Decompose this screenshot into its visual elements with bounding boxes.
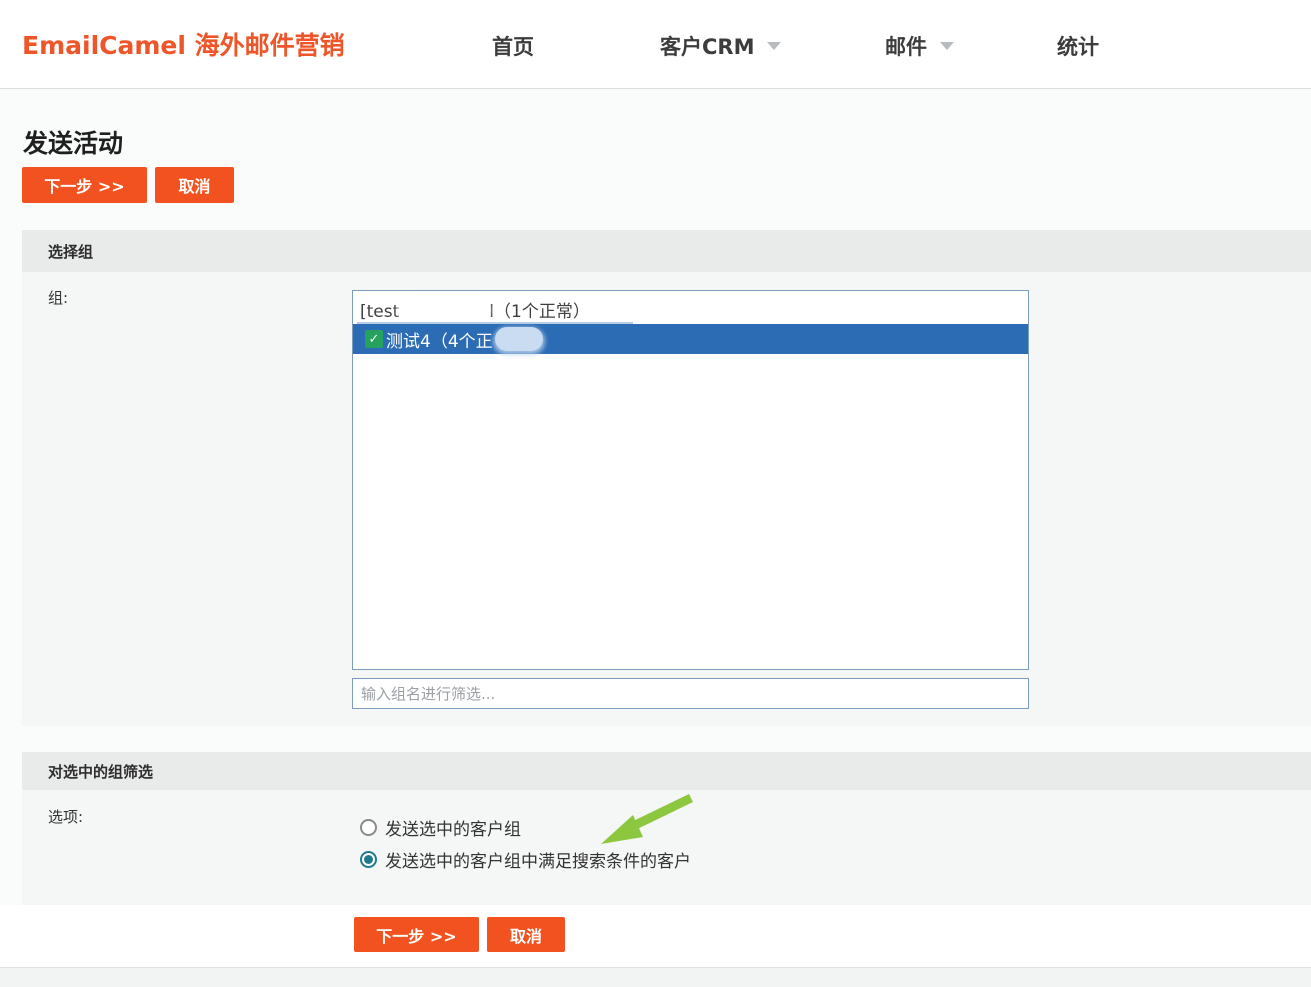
group-item-text-suffix: l（1个正常） [489,302,590,322]
group-item-text: 测试4（4个正 [386,327,493,352]
radio-checked-icon[interactable] [360,851,377,868]
select-group-section-title: 选择组 [48,241,93,262]
group-filter-input[interactable] [352,678,1029,709]
nav-mail-label: 邮件 [885,31,927,61]
chevron-down-icon [767,42,781,50]
group-list-item[interactable]: [test l（1个正常） [353,291,1028,324]
group-list-item-selected[interactable]: ✓ 测试4（4个正 [353,324,1028,354]
check-icon: ✓ [365,330,383,348]
option-field-label: 选项: [48,806,83,827]
cancel-button-top[interactable]: 取消 [155,167,234,203]
nav-item-mail[interactable]: 邮件 [885,31,954,61]
next-step-button-bottom[interactable]: 下一步 >> [354,917,479,952]
nav-home-label: 首页 [492,31,534,61]
annotation-arrow [585,792,697,860]
redaction-blur [401,300,487,320]
radio-unchecked-icon[interactable] [360,819,377,836]
nav-crm-label: 客户CRM [660,31,754,61]
group-item-text-prefix: [test [360,302,399,322]
next-step-button-top[interactable]: 下一步 >> [22,167,147,203]
option-label: 发送选中的客户组 [385,815,521,840]
nav-item-stats[interactable]: 统计 [1057,31,1099,61]
page-title: 发送活动 [23,124,123,160]
top-navbar: EmailCamel 海外邮件营销 首页 客户CRM 邮件 统计 [0,0,1311,89]
nav-item-crm[interactable]: 客户CRM [660,31,781,61]
select-group-section-header: 选择组 [22,230,1311,272]
filter-section-header: 对选中的组筛选 [22,752,1311,790]
group-listbox[interactable]: [test l（1个正常） ✓ 测试4（4个正 [352,290,1029,670]
bottom-action-bar [0,905,1311,967]
filter-section-title: 对选中的组筛选 [48,761,153,782]
redaction-blur [495,327,543,351]
brand-logo[interactable]: EmailCamel 海外邮件营销 [22,26,345,62]
nav-item-home[interactable]: 首页 [492,31,534,61]
cancel-button-bottom[interactable]: 取消 [487,917,565,952]
group-field-label: 组: [48,287,68,308]
chevron-down-icon [940,42,954,50]
nav-stats-label: 统计 [1057,31,1099,61]
option-send-selected-groups[interactable]: 发送选中的客户组 [360,815,521,840]
page-footer [0,967,1311,987]
